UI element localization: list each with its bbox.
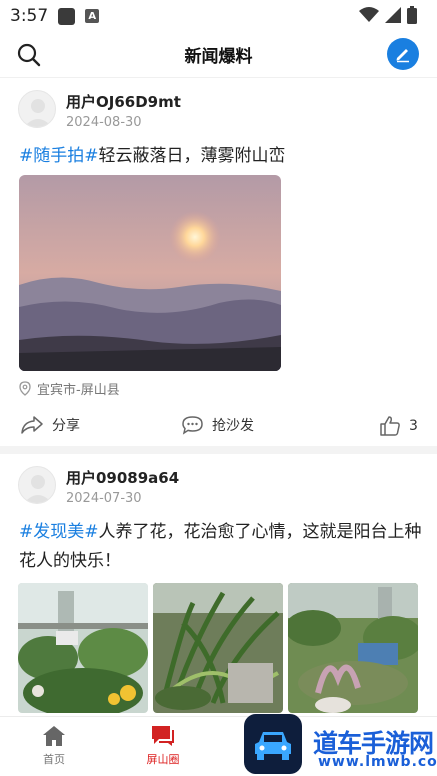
- post-photo-grid: [18, 583, 420, 713]
- nav-home-label: 首页: [43, 753, 65, 766]
- thumbs-up-icon: [380, 416, 400, 436]
- share-button[interactable]: 分享: [20, 415, 80, 435]
- nav-home[interactable]: 首页: [14, 725, 94, 767]
- post-photo[interactable]: [19, 175, 281, 371]
- edit-icon: [396, 49, 409, 63]
- post-divider: [0, 446, 437, 454]
- share-label: 分享: [52, 418, 80, 434]
- top-bar: 新闻爆料: [0, 32, 437, 78]
- battery-icon: [407, 6, 417, 24]
- comment-icon: [182, 416, 203, 435]
- post-photo[interactable]: [18, 583, 148, 713]
- post-username[interactable]: 用户09089a64: [66, 467, 179, 488]
- like-count: 3: [409, 417, 418, 434]
- status-bar: 3:57 A: [0, 0, 437, 32]
- post-text: #发现美#人养了花，花治愈了心情，这就是阳台上种花人的快乐！: [19, 518, 424, 576]
- watermark-url: www.lmwb.com: [318, 754, 437, 770]
- avatar[interactable]: [18, 90, 56, 128]
- search-icon[interactable]: [16, 42, 42, 68]
- location-label: 宜宾市-屏山县: [37, 383, 120, 398]
- post-photo[interactable]: [288, 583, 418, 713]
- wifi-icon: [359, 7, 379, 22]
- watermark-logo: [244, 714, 302, 774]
- post-photo[interactable]: [153, 583, 283, 713]
- share-icon: [21, 416, 43, 434]
- post-date: 2024-08-30: [66, 115, 142, 130]
- page-title: 新闻爆料: [184, 47, 253, 67]
- home-icon: [43, 726, 65, 746]
- car-logo-icon: [255, 732, 291, 760]
- chat-bubble-icon: [152, 726, 174, 746]
- like-button[interactable]: 3: [379, 415, 418, 436]
- post-text: #随手拍#轻云蔽落日，薄雾附山峦: [19, 142, 424, 171]
- a-icon: A: [85, 9, 100, 23]
- edit-button[interactable]: [387, 38, 419, 70]
- notification-square-icon: [58, 7, 76, 25]
- post-tag[interactable]: #随手拍#: [19, 146, 99, 166]
- post-body: 轻云蔽落日，薄雾附山峦: [98, 146, 286, 166]
- nav-circle[interactable]: 屏山圈: [123, 725, 203, 767]
- post-date: 2024-07-30: [66, 491, 142, 506]
- avatar[interactable]: [18, 466, 56, 504]
- nav-circle-label: 屏山圈: [146, 753, 180, 766]
- post-tag[interactable]: #发现美#: [19, 522, 99, 542]
- comment-label: 抢沙发: [212, 418, 254, 434]
- post-actions: 分享 抢沙发 3: [0, 412, 437, 442]
- signal-icon: [385, 7, 401, 23]
- status-time: 3:57: [10, 6, 49, 26]
- post-location[interactable]: 宜宾市-屏山县: [19, 379, 120, 398]
- comment-button[interactable]: 抢沙发: [181, 415, 254, 435]
- post-username[interactable]: 用户OJ66D9mt: [66, 91, 181, 112]
- location-pin-icon: [19, 381, 31, 396]
